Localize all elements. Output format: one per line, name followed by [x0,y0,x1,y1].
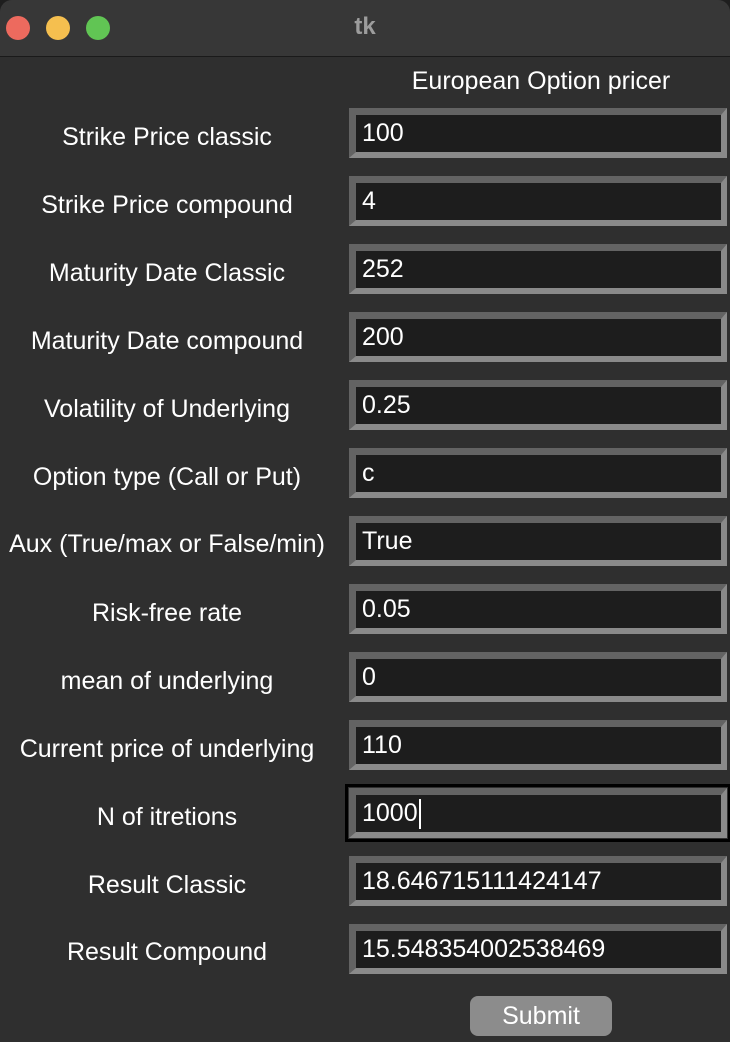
result-compound-label: Result Compound [66,938,268,966]
title-bar: tk [0,0,730,57]
text-cursor [418,799,421,830]
result-classic-label: Result Classic [87,871,247,899]
n-iterations-input[interactable]: 1000 [345,784,730,842]
maturity-date-classic-value: 252 [362,255,404,283]
aux-label: Aux (True/max or False/min) [9,530,325,558]
option-type-label: Option type (Call or Put) [32,463,302,491]
volatility-input[interactable]: 0.25 [349,380,727,430]
maturity-date-compound-label: Maturity Date compound [30,327,304,355]
strike-price-classic-input[interactable]: 100 [349,108,727,158]
current-price-input[interactable]: 110 [349,720,727,770]
maturity-date-classic-input[interactable]: 252 [349,244,727,294]
strike-price-classic-value: 100 [362,119,404,147]
submit-button[interactable]: Submit [470,996,612,1036]
risk-free-rate-value: 0.05 [362,595,411,623]
app-window: tk European Option pricer Strike Price c… [0,0,730,1042]
n-iterations-label: N of itretions [96,803,238,831]
result-compound-value: 15.548354002538469 [362,935,606,963]
strike-price-compound-label: Strike Price compound [41,191,293,219]
result-classic-value: 18.646715111424147 [362,867,602,895]
aux-value: True [362,527,413,555]
maturity-date-compound-value: 200 [362,323,404,351]
mean-of-underlying-label: mean of underlying [60,667,274,695]
n-iterations-value: 1000 [362,799,418,827]
result-compound-input[interactable]: 15.548354002538469 [349,924,727,974]
form-heading: European Option pricer [411,67,671,95]
strike-price-compound-value: 4 [362,187,376,215]
maturity-date-compound-input[interactable]: 200 [349,312,727,362]
window-title: tk [354,13,376,40]
mean-of-underlying-value: 0 [362,663,376,691]
option-type-value: c [362,459,375,487]
volatility-value: 0.25 [362,391,411,419]
risk-free-rate-label: Risk-free rate [91,599,243,627]
strike-price-classic-label: Strike Price classic [62,123,272,151]
option-type-input[interactable]: c [349,448,727,498]
strike-price-compound-input[interactable]: 4 [349,176,727,226]
current-price-label: Current price of underlying [19,735,315,763]
mean-of-underlying-input[interactable]: 0 [349,652,727,702]
maturity-date-classic-label: Maturity Date Classic [48,259,286,287]
current-price-value: 110 [362,731,402,759]
aux-input[interactable]: True [349,516,727,566]
volatility-label: Volatility of Underlying [44,395,290,423]
result-classic-input[interactable]: 18.646715111424147 [349,856,727,906]
risk-free-rate-input[interactable]: 0.05 [349,584,727,634]
